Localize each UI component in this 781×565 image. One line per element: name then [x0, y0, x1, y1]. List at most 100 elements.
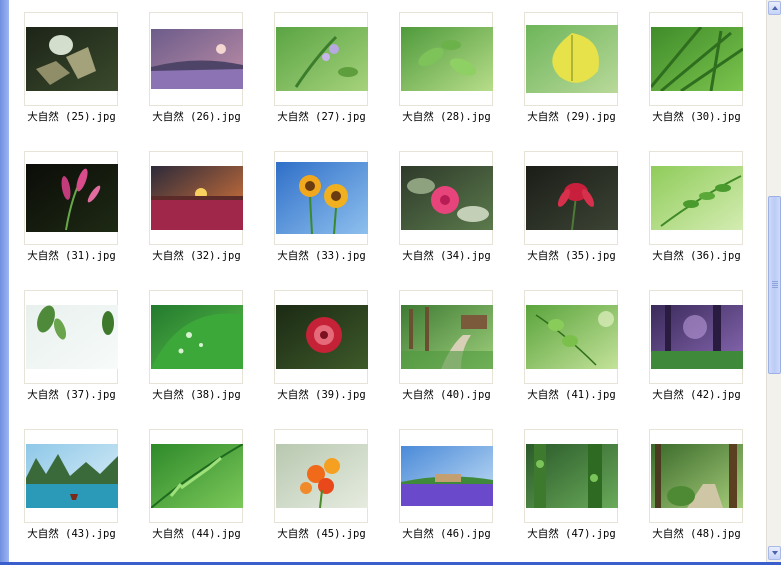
file-thumbnail-item[interactable]: 大自然 (40).jpg	[384, 278, 509, 417]
thumbnail-frame[interactable]	[274, 429, 368, 523]
file-name-label[interactable]: 大自然 (33).jpg	[259, 250, 384, 263]
image-bokeh-leaves-icon	[526, 305, 618, 369]
left-task-pane	[0, 0, 9, 565]
file-thumbnail-item[interactable]: 大自然 (33).jpg	[259, 139, 384, 278]
thumbnail-frame[interactable]	[24, 151, 118, 245]
file-thumbnail-item[interactable]: 大自然 (34).jpg	[384, 139, 509, 278]
thumbnail-frame[interactable]	[649, 151, 743, 245]
thumbnail-frame[interactable]	[149, 12, 243, 106]
thumbnail-frame[interactable]	[524, 290, 618, 384]
image-fern-frond-icon	[151, 444, 243, 508]
thumbnail-frame[interactable]	[524, 12, 618, 106]
file-name-label[interactable]: 大自然 (26).jpg	[134, 111, 259, 124]
thumbnail-frame[interactable]	[649, 290, 743, 384]
thumbnail-frame[interactable]	[649, 12, 743, 106]
scroll-down-button[interactable]	[768, 546, 781, 560]
file-thumbnail-item[interactable]: 大自然 (38).jpg	[134, 278, 259, 417]
vertical-scrollbar[interactable]	[766, 0, 781, 562]
file-name-label[interactable]: 大自然 (47).jpg	[509, 528, 634, 541]
file-thumbnail-item[interactable]: 大自然 (27).jpg	[259, 0, 384, 139]
image-moth-dark-icon	[26, 27, 118, 91]
thumbnail-frame[interactable]	[399, 12, 493, 106]
file-thumbnail-item[interactable]: 大自然 (29).jpg	[509, 0, 634, 139]
thumbnail-frame[interactable]	[24, 12, 118, 106]
file-name-label[interactable]: 大自然 (43).jpg	[9, 528, 134, 541]
file-name-label[interactable]: 大自然 (39).jpg	[259, 389, 384, 402]
file-thumbnail-item[interactable]: 大自然 (46).jpg	[384, 417, 509, 556]
thumbnail-frame[interactable]	[149, 429, 243, 523]
image-fern-light-icon	[651, 166, 743, 230]
image-forest-steps-icon	[651, 444, 743, 508]
thumbnail-frame[interactable]	[649, 429, 743, 523]
file-thumbnail-item[interactable]: 大自然 (47).jpg	[509, 417, 634, 556]
image-green-leaves-icon	[401, 27, 493, 91]
file-name-label[interactable]: 大自然 (46).jpg	[384, 528, 509, 541]
file-thumbnail-item[interactable]: 大自然 (31).jpg	[9, 139, 134, 278]
file-name-label[interactable]: 大自然 (30).jpg	[634, 111, 759, 124]
file-name-label[interactable]: 大自然 (29).jpg	[509, 111, 634, 124]
arrow-down-icon	[772, 551, 778, 555]
file-name-label[interactable]: 大自然 (35).jpg	[509, 250, 634, 263]
scroll-up-button[interactable]	[768, 1, 781, 15]
image-lavender-dusk-icon	[151, 29, 243, 89]
thumbnail-frame[interactable]	[24, 429, 118, 523]
thumbnail-frame[interactable]	[274, 12, 368, 106]
file-name-label[interactable]: 大自然 (38).jpg	[134, 389, 259, 402]
thumbnail-view: 大自然 (25).jpg 大自然 (26).jpg 大自然 (27).jpg 大自然 …	[9, 0, 766, 562]
file-name-label[interactable]: 大自然 (25).jpg	[9, 111, 134, 124]
file-thumbnail-item[interactable]: 大自然 (39).jpg	[259, 278, 384, 417]
image-yellow-leaf-icon	[526, 25, 618, 93]
image-ivy-trees-icon	[526, 444, 618, 508]
image-red-chrysanthemum-icon	[276, 305, 368, 369]
file-name-label[interactable]: 大自然 (28).jpg	[384, 111, 509, 124]
thumbnail-frame[interactable]	[524, 429, 618, 523]
file-name-label[interactable]: 大自然 (31).jpg	[9, 250, 134, 263]
file-name-label[interactable]: 大自然 (41).jpg	[509, 389, 634, 402]
thumbnail-frame[interactable]	[149, 151, 243, 245]
image-karst-bay-icon	[26, 444, 118, 508]
file-name-label[interactable]: 大自然 (32).jpg	[134, 250, 259, 263]
image-grass-blades-icon	[651, 27, 743, 91]
file-thumbnail-item[interactable]: 大自然 (30).jpg	[634, 0, 759, 139]
file-name-label[interactable]: 大自然 (36).jpg	[634, 250, 759, 263]
image-pink-camellia-icon	[401, 166, 493, 230]
thumbnail-frame[interactable]	[399, 290, 493, 384]
image-sunflowers-icon	[276, 162, 368, 234]
arrow-up-icon	[772, 6, 778, 10]
image-garden-path-icon	[401, 305, 493, 369]
file-thumbnail-item[interactable]: 大自然 (44).jpg	[134, 417, 259, 556]
file-name-label[interactable]: 大自然 (27).jpg	[259, 111, 384, 124]
file-name-label[interactable]: 大自然 (40).jpg	[384, 389, 509, 402]
file-thumbnail-item[interactable]: 大自然 (28).jpg	[384, 0, 509, 139]
thumbnail-frame[interactable]	[274, 290, 368, 384]
thumbnail-frame[interactable]	[149, 290, 243, 384]
file-name-label[interactable]: 大自然 (34).jpg	[384, 250, 509, 263]
image-lavender-field-icon	[401, 446, 493, 506]
file-thumbnail-item[interactable]: 大自然 (41).jpg	[509, 278, 634, 417]
file-name-label[interactable]: 大自然 (44).jpg	[134, 528, 259, 541]
grip-icon	[772, 281, 778, 289]
image-purple-forest-icon	[651, 305, 743, 369]
thumbnail-frame[interactable]	[399, 151, 493, 245]
file-name-label[interactable]: 大自然 (45).jpg	[259, 528, 384, 541]
file-thumbnail-item[interactable]: 大自然 (42).jpg	[634, 278, 759, 417]
file-thumbnail-item[interactable]: 大自然 (32).jpg	[134, 139, 259, 278]
file-thumbnail-item[interactable]: 大自然 (36).jpg	[634, 139, 759, 278]
file-thumbnail-item[interactable]: 大自然 (43).jpg	[9, 417, 134, 556]
file-thumbnail-item[interactable]: 大自然 (48).jpg	[634, 417, 759, 556]
thumbnail-frame[interactable]	[274, 151, 368, 245]
file-name-label[interactable]: 大自然 (42).jpg	[634, 389, 759, 402]
file-thumbnail-item[interactable]: 大自然 (45).jpg	[259, 417, 384, 556]
file-thumbnail-item[interactable]: 大自然 (26).jpg	[134, 0, 259, 139]
file-name-label[interactable]: 大自然 (48).jpg	[634, 528, 759, 541]
image-leaves-white-icon	[26, 305, 118, 369]
file-name-label[interactable]: 大自然 (37).jpg	[9, 389, 134, 402]
thumbnail-frame[interactable]	[524, 151, 618, 245]
thumbnail-frame[interactable]	[24, 290, 118, 384]
scrollbar-thumb[interactable]	[768, 196, 781, 374]
image-green-sprig-icon	[276, 27, 368, 91]
file-thumbnail-item[interactable]: 大自然 (25).jpg	[9, 0, 134, 139]
thumbnail-frame[interactable]	[399, 429, 493, 523]
file-thumbnail-item[interactable]: 大自然 (35).jpg	[509, 139, 634, 278]
file-thumbnail-item[interactable]: 大自然 (37).jpg	[9, 278, 134, 417]
